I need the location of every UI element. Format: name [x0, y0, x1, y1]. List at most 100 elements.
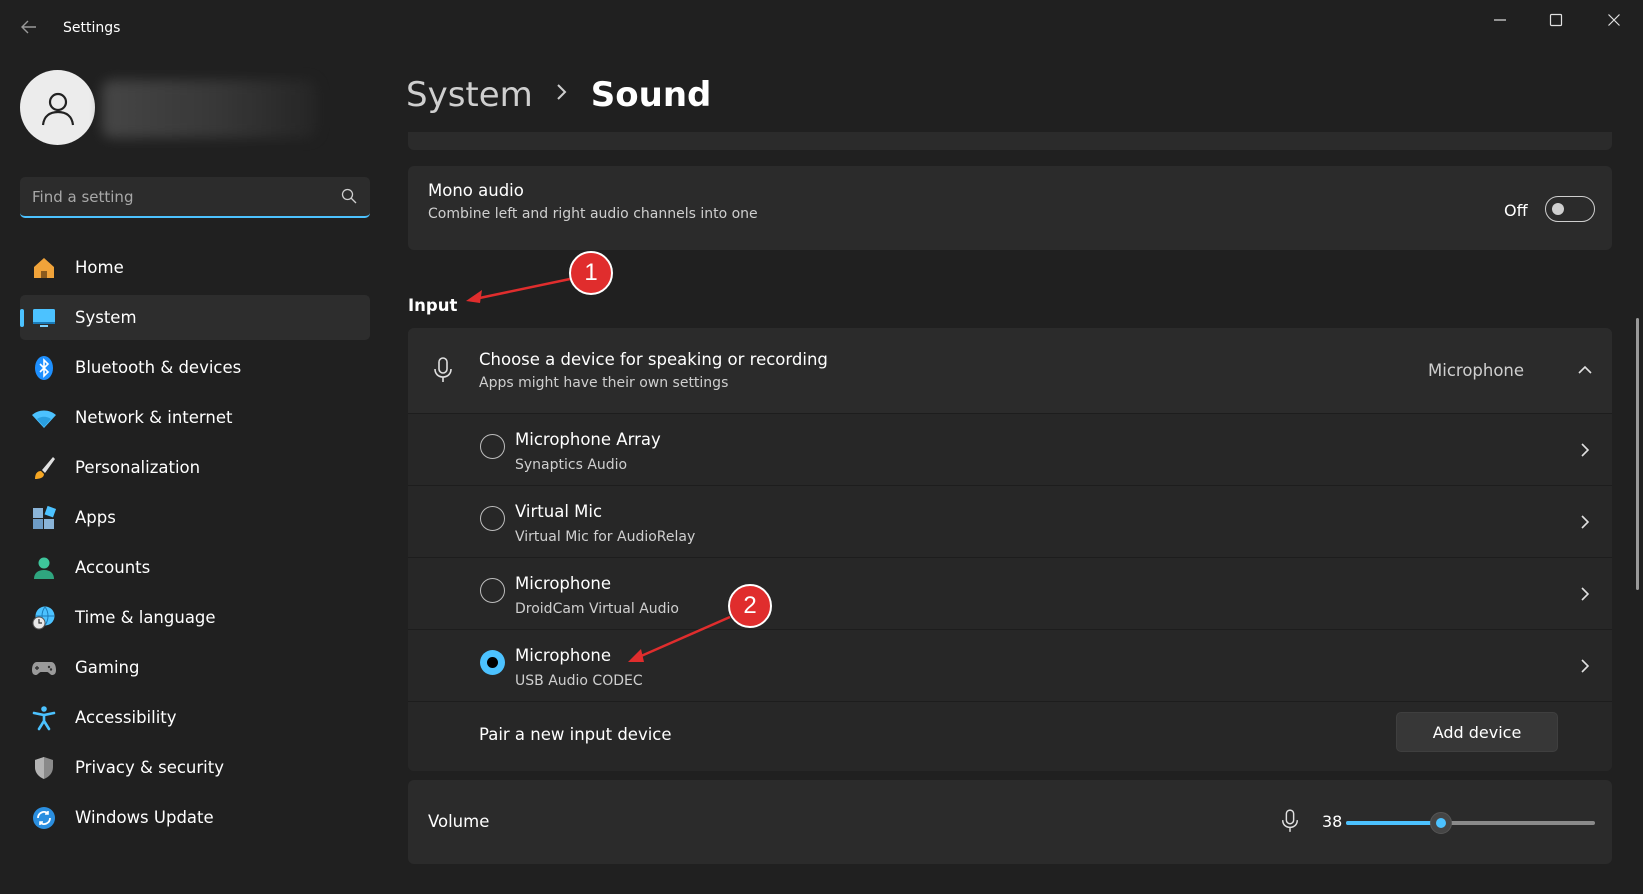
device-name: Virtual Mic — [515, 502, 603, 521]
page-title: Sound — [590, 75, 712, 115]
chevron-right-icon — [555, 82, 569, 108]
blurred-username — [102, 80, 317, 138]
app-title: Settings — [63, 20, 121, 36]
sidebar-item-personalization[interactable]: Personalization — [20, 445, 370, 490]
title-bar: Settings — [0, 0, 1643, 60]
chevron-right-icon[interactable] — [1576, 441, 1594, 459]
device-row-selected[interactable]: Microphone USB Audio CODEC — [408, 629, 1612, 701]
mono-audio-toggle[interactable] — [1545, 196, 1595, 222]
breadcrumb-parent[interactable]: System — [406, 75, 533, 115]
sidebar-nav: Home System Bluetooth & devices Network … — [20, 245, 370, 845]
sidebar-item-network[interactable]: Network & internet — [20, 395, 370, 440]
maximize-button[interactable] — [1528, 0, 1584, 40]
close-icon — [1608, 14, 1620, 26]
search-input[interactable] — [32, 177, 332, 216]
volume-card: Volume 38 — [408, 780, 1612, 864]
mono-audio-subtitle: Combine left and right audio channels in… — [428, 206, 758, 222]
maximize-icon — [1549, 13, 1563, 27]
sidebar-item-label: Gaming — [75, 658, 140, 677]
annotation-badge-2: 2 — [728, 584, 772, 628]
sidebar-item-windows-update[interactable]: Windows Update — [20, 795, 370, 840]
wifi-icon — [31, 405, 57, 431]
chevron-right-icon[interactable] — [1576, 513, 1594, 531]
accessibility-icon — [31, 705, 57, 731]
back-arrow-icon — [21, 20, 36, 34]
close-button[interactable] — [1586, 0, 1642, 40]
sidebar-item-label: Accessibility — [75, 708, 177, 727]
device-row[interactable]: Virtual Mic Virtual Mic for AudioRelay — [408, 485, 1612, 557]
sidebar-item-label: Accounts — [75, 558, 151, 577]
sidebar-item-label: System — [75, 308, 137, 327]
previous-setting-card — [408, 132, 1612, 150]
sidebar-item-accounts[interactable]: Accounts — [20, 545, 370, 590]
device-name: Microphone — [515, 646, 612, 665]
sidebar-item-system[interactable]: System — [20, 295, 370, 340]
breadcrumb: System Sound — [406, 70, 711, 120]
sidebar-item-gaming[interactable]: Gaming — [20, 645, 370, 690]
chevron-up-icon[interactable] — [1576, 361, 1594, 379]
sidebar-item-accessibility[interactable]: Accessibility — [20, 695, 370, 740]
content-scrollbar[interactable] — [1636, 318, 1639, 590]
chevron-right-icon[interactable] — [1576, 657, 1594, 675]
device-name: Microphone Array — [515, 430, 661, 449]
home-icon — [31, 255, 57, 281]
sidebar-item-privacy-security[interactable]: Privacy & security — [20, 745, 370, 790]
device-row[interactable]: Microphone Array Synaptics Audio — [408, 413, 1612, 485]
back-button[interactable] — [14, 18, 44, 44]
input-device-group: Choose a device for speaking or recordin… — [408, 328, 1612, 771]
sidebar-item-label: Network & internet — [75, 408, 233, 427]
sidebar-item-apps[interactable]: Apps — [20, 495, 370, 540]
volume-value: 38 — [1322, 812, 1343, 831]
accounts-icon — [31, 555, 57, 581]
bluetooth-icon — [31, 355, 57, 381]
input-section-title: Input — [408, 296, 458, 315]
volume-label: Volume — [428, 812, 490, 831]
chooser-title: Choose a device for speaking or recordin… — [479, 350, 828, 369]
chevron-right-icon[interactable] — [1576, 585, 1594, 603]
content-area: Mono audio Combine left and right audio … — [406, 132, 1613, 894]
sidebar-item-label: Apps — [75, 508, 116, 527]
user-icon — [41, 92, 74, 125]
chooser-subtitle: Apps might have their own settings — [479, 375, 729, 391]
microphone-icon[interactable] — [1280, 807, 1300, 835]
minimize-button[interactable] — [1472, 0, 1528, 40]
search-icon[interactable] — [340, 187, 358, 205]
device-detail: DroidCam Virtual Audio — [515, 601, 680, 617]
device-detail: USB Audio CODEC — [515, 673, 643, 689]
paintbrush-icon — [31, 455, 57, 481]
globe-clock-icon — [31, 605, 57, 631]
shield-icon — [31, 755, 57, 781]
pair-device-label: Pair a new input device — [479, 725, 672, 744]
sidebar-item-time-language[interactable]: Time & language — [20, 595, 370, 640]
device-detail: Virtual Mic for AudioRelay — [515, 529, 696, 545]
minimize-icon — [1494, 19, 1506, 21]
sidebar-item-home[interactable]: Home — [20, 245, 370, 290]
microphone-icon — [434, 357, 452, 382]
sidebar-item-label: Personalization — [75, 458, 201, 477]
system-monitor-icon — [31, 305, 57, 331]
device-row[interactable]: Microphone DroidCam Virtual Audio — [408, 557, 1612, 629]
search-box[interactable] — [20, 177, 370, 218]
sidebar-item-label: Time & language — [75, 608, 216, 627]
sidebar-item-label: Windows Update — [75, 808, 214, 827]
apps-icon — [31, 505, 57, 531]
avatar[interactable] — [20, 70, 95, 145]
input-device-chooser[interactable]: Choose a device for speaking or recordin… — [408, 328, 1612, 413]
pair-device-row: Pair a new input device Add device — [408, 701, 1612, 771]
gamepad-icon — [31, 655, 57, 681]
chooser-selected-value: Microphone — [1428, 361, 1525, 380]
mono-audio-card: Mono audio Combine left and right audio … — [408, 166, 1612, 250]
add-device-button[interactable]: Add device — [1396, 712, 1558, 752]
volume-slider-thumb[interactable] — [1429, 812, 1452, 834]
device-radio-selected[interactable] — [480, 650, 505, 675]
sidebar-item-bluetooth[interactable]: Bluetooth & devices — [20, 345, 370, 390]
device-name: Microphone — [515, 574, 612, 593]
device-radio[interactable] — [480, 434, 505, 459]
annotation-badge-1: 1 — [569, 251, 613, 295]
sidebar-item-label: Home — [75, 258, 124, 277]
device-radio[interactable] — [480, 578, 505, 603]
volume-slider[interactable] — [1346, 812, 1595, 834]
update-icon — [31, 805, 57, 831]
device-radio[interactable] — [480, 506, 505, 531]
device-detail: Synaptics Audio — [515, 457, 628, 473]
